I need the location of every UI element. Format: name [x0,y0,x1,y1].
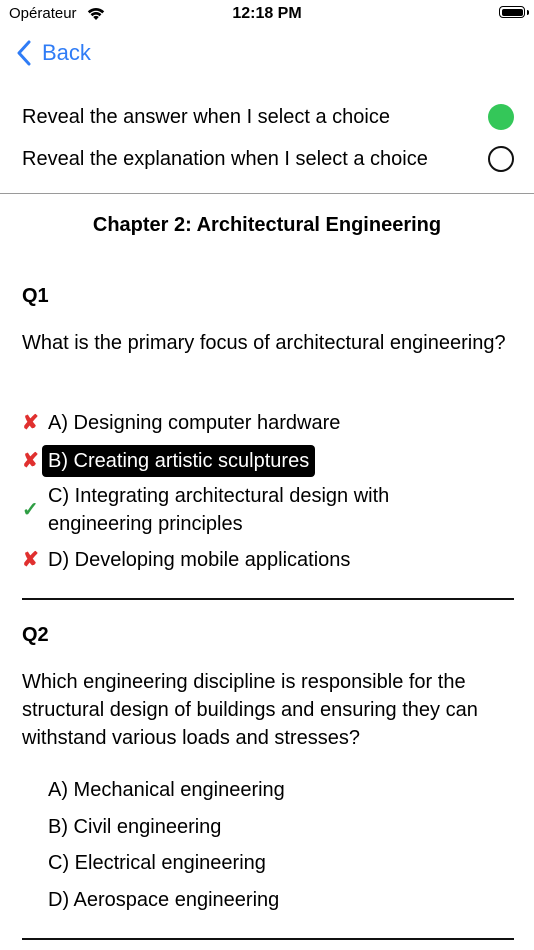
chevron-left-icon [17,40,31,66]
reveal-explanation-toggle[interactable] [488,146,514,172]
question-number: Q1 [22,285,49,307]
reveal-explanation-row[interactable]: Reveal the explanation when I select a c… [22,143,514,175]
choice-label: D) Developing mobile applications [48,549,351,571]
choice-label: D) Aerospace engineering [48,889,280,911]
back-button[interactable]: Back [16,40,91,66]
status-bar: Opérateur 12:18 PM [0,0,534,30]
choice-label: C) Integrating architectural design with… [48,485,390,535]
checkmark-icon: ✓ [22,499,39,521]
choice-label: B) Creating artistic sculptures [42,445,316,477]
choice-item[interactable]: ✘ D) Developing mobile applications [22,546,522,574]
choice-label: B) Civil engineering [48,816,222,838]
cross-icon: ✘ [22,549,39,571]
choice-item[interactable]: ✘ A) Designing computer hardware [22,409,522,437]
cross-icon: ✘ [22,412,39,434]
choice-label: C) Electrical engineering [48,852,266,874]
reveal-explanation-label: Reveal the explanation when I select a c… [22,147,428,170]
question-divider [22,598,514,600]
battery-icon [499,6,525,18]
question-text: What is the primary focus of architectur… [22,332,506,354]
choice-label: A) Designing computer hardware [48,412,341,434]
status-time: 12:18 PM [232,5,302,22]
choice-label: A) Mechanical engineering [48,779,285,801]
choice-item[interactable]: A) Mechanical engineering [22,776,522,804]
back-label: Back [42,40,91,65]
reveal-answer-label: Reveal the answer when I select a choice [22,105,390,128]
choice-item-selected[interactable]: ✘ B) Creating artistic sculptures [22,445,522,477]
choice-item[interactable]: D) Aerospace engineering [22,886,522,914]
question-text: Which engineering discipline is responsi… [22,671,478,749]
question-number: Q2 [22,624,49,646]
choice-item[interactable]: C) Electrical engineering [22,849,522,877]
question-divider [22,938,514,940]
choice-item[interactable]: B) Civil engineering [22,813,522,841]
reveal-answer-row[interactable]: Reveal the answer when I select a choice [22,101,514,133]
chapter-title: Chapter 2: Architectural Engineering [92,214,442,236]
header-divider [0,193,534,194]
reveal-answer-toggle[interactable] [488,104,514,130]
choice-item[interactable]: ✓ C) Integrating architectural design wi… [22,482,442,538]
